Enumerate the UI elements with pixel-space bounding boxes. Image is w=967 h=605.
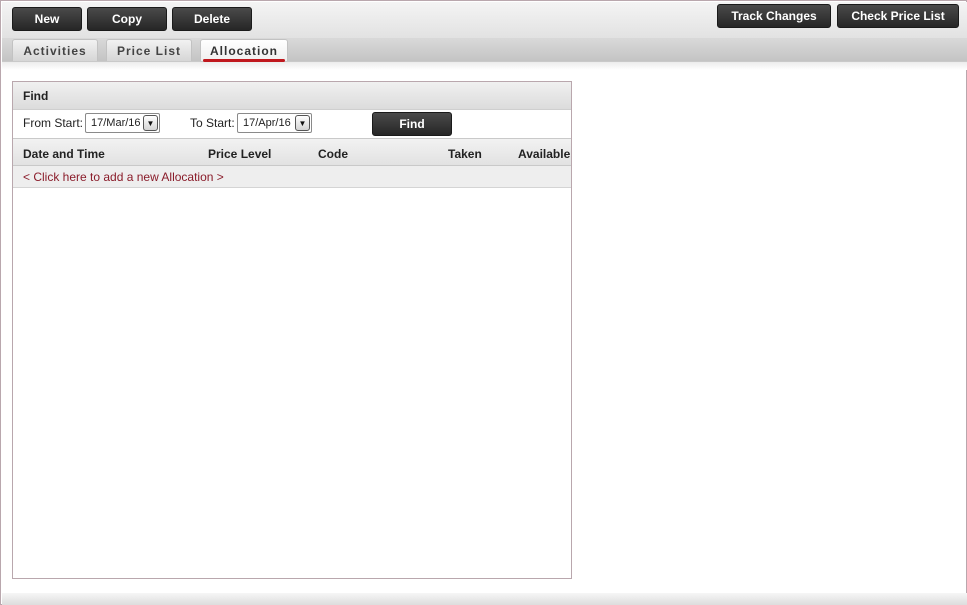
tab-price-list-label: Price List (116, 43, 182, 58)
from-start-value: 17/Mar/16 (91, 117, 141, 129)
tab-shadow (2, 62, 967, 70)
tab-strip: Activities Price List Allocation (2, 38, 967, 62)
new-button[interactable]: New (12, 7, 82, 31)
find-header-title: Find (23, 88, 49, 103)
tab-allocation-label: Allocation (209, 43, 278, 58)
tab-activities[interactable]: Activities (12, 39, 98, 61)
column-price-level[interactable]: Price Level (208, 147, 271, 161)
add-allocation-link[interactable]: < Click here to add a new Allocation > (13, 166, 571, 188)
copy-button[interactable]: Copy (87, 7, 167, 31)
app-window: New Copy Delete Track Changes Check Pric… (0, 0, 967, 605)
footer-bar (2, 593, 967, 605)
find-row: From Start: 17/Mar/16 ▼ To Start: 17/Apr… (13, 110, 571, 139)
to-start-date-picker[interactable]: 17/Apr/16 ▼ (237, 113, 312, 133)
tab-activities-label: Activities (23, 43, 87, 58)
from-start-label: From Start: (23, 116, 84, 130)
find-button[interactable]: Find (372, 112, 452, 136)
tab-price-list[interactable]: Price List (106, 39, 192, 61)
check-price-list-button[interactable]: Check Price List (837, 4, 959, 28)
dropdown-arrow-icon[interactable]: ▼ (295, 115, 310, 131)
column-available[interactable]: Available (518, 147, 570, 161)
column-taken[interactable]: Taken (448, 147, 482, 161)
add-allocation-text: < Click here to add a new Allocation > (23, 169, 224, 184)
delete-button[interactable]: Delete (172, 7, 252, 31)
tab-allocation[interactable]: Allocation (200, 39, 288, 62)
toolbar: New Copy Delete Track Changes Check Pric… (2, 2, 967, 38)
table-header: Date and Time Price Level Code Taken Ava… (13, 139, 571, 166)
column-code[interactable]: Code (318, 147, 348, 161)
track-changes-button[interactable]: Track Changes (717, 4, 831, 28)
to-start-value: 17/Apr/16 (243, 117, 291, 129)
from-start-date-picker[interactable]: 17/Mar/16 ▼ (85, 113, 160, 133)
to-start-label: To Start: (190, 116, 235, 130)
dropdown-arrow-icon[interactable]: ▼ (143, 115, 158, 131)
allocation-panel: Find From Start: 17/Mar/16 ▼ To Start: 1… (12, 81, 572, 579)
find-header: Find (13, 82, 571, 110)
column-date-and-time[interactable]: Date and Time (23, 147, 105, 161)
